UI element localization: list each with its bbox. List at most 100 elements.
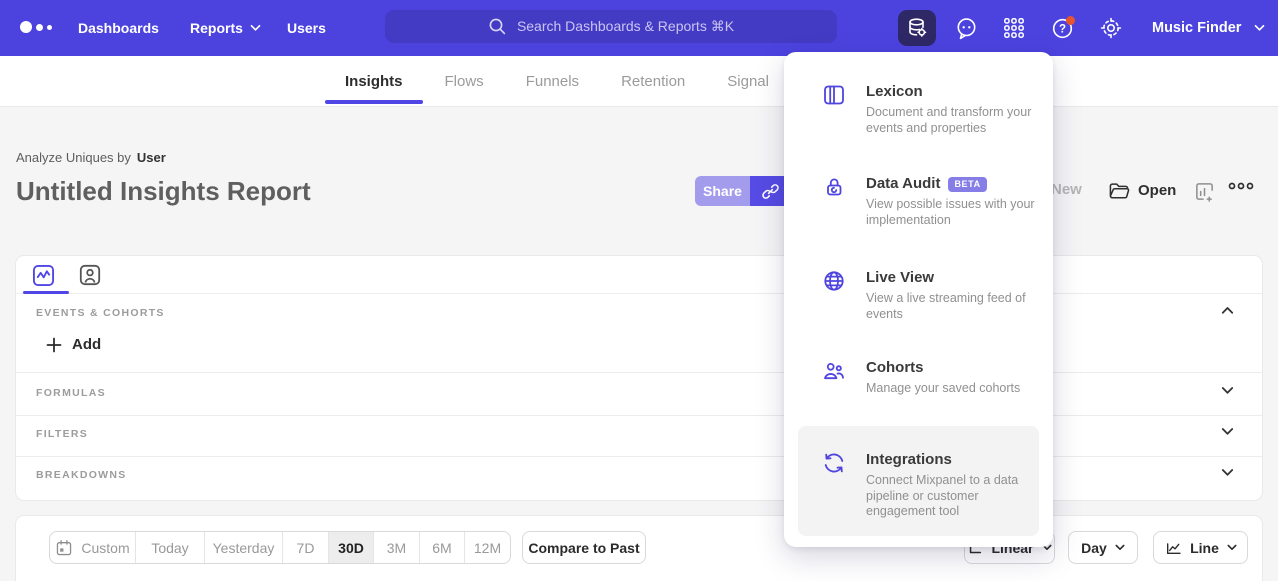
add-label: Add (72, 336, 101, 353)
range-custom[interactable]: Custom (50, 532, 136, 563)
tab-label: Flows (445, 73, 484, 90)
chevron-up-icon (1221, 306, 1234, 315)
chevron-down-icon (250, 24, 261, 32)
nav-item-users[interactable]: Users (287, 0, 326, 56)
compare-label: Compare to Past (528, 540, 639, 556)
menu-item-integrations[interactable]: Integrations Connect Mixpanel to a data … (784, 450, 1053, 520)
folder-icon (1108, 181, 1130, 200)
apps-grid-icon (1002, 16, 1026, 40)
share-button[interactable]: Share (695, 176, 750, 206)
menu-item-text: Live View View a live streaming feed of … (866, 268, 1038, 322)
section-formulas[interactable]: FORMULAS (36, 387, 106, 399)
section-filters[interactable]: FILTERS (36, 428, 88, 440)
chart-type-label: Line (1190, 540, 1219, 556)
expand-section-button[interactable] (1221, 468, 1234, 477)
range-yesterday[interactable]: Yesterday (205, 532, 283, 563)
expand-section-button[interactable] (1221, 427, 1234, 436)
app-root: Dashboards Reports Users Search Dashboar… (0, 0, 1278, 581)
add-to-dashboard-button[interactable] (1194, 181, 1215, 202)
profiles-tab-icon (78, 263, 102, 287)
share-button-group: Share (695, 176, 791, 206)
mixpanel-logo[interactable] (20, 21, 52, 33)
divider (16, 372, 1262, 373)
range-6m[interactable]: 6M (420, 532, 465, 563)
data-management-button[interactable] (898, 10, 936, 46)
range-label: 30D (338, 540, 364, 556)
tab-signal[interactable]: Signal (727, 56, 769, 107)
compare-to-past-button[interactable]: Compare to Past (522, 531, 646, 564)
menu-item-title: Data Audit (866, 174, 940, 194)
chevron-down-icon (1221, 468, 1234, 477)
search-input[interactable]: Search Dashboards & Reports ⌘K (385, 10, 837, 43)
settings-gear-icon (1099, 16, 1123, 40)
range-today[interactable]: Today (136, 532, 205, 563)
live-view-globe-icon (822, 269, 846, 293)
breadcrumb: Analyze Uniques by User (16, 150, 166, 165)
more-dots-icon (1228, 181, 1254, 191)
chart-toolbar-card: Custom Today Yesterday 7D 30D 3M 6M 12M … (15, 515, 1263, 581)
menu-item-live-view[interactable]: Live View View a live streaming feed of … (784, 268, 1053, 322)
report-tab-bar: Insights Flows Funnels Retention Signal … (0, 56, 1278, 107)
collapse-section-button[interactable] (1221, 306, 1234, 315)
search-icon (488, 17, 507, 36)
tab-insights[interactable]: Insights (345, 56, 403, 107)
expand-section-button[interactable] (1221, 386, 1234, 395)
menu-item-title: Cohorts (866, 358, 924, 378)
tab-flows[interactable]: Flows (445, 56, 484, 107)
help-button[interactable]: ? (1043, 10, 1081, 46)
section-events-cohorts[interactable]: EVENTS & COHORTS (36, 307, 165, 319)
data-management-dropdown: Lexicon Document and transform your even… (784, 52, 1053, 547)
cohorts-users-icon (822, 359, 846, 383)
page-title[interactable]: Untitled Insights Report (16, 176, 311, 207)
open-label: Open (1138, 182, 1176, 199)
range-12m[interactable]: 12M (465, 532, 510, 563)
copy-link-icon (761, 182, 780, 201)
message-bubble-icon (954, 16, 979, 41)
active-tab-underline (325, 100, 423, 104)
line-chart-icon (1164, 539, 1182, 557)
breadcrumb-prefix: Analyze Uniques by (16, 150, 131, 165)
range-label: 6M (432, 540, 451, 556)
range-30d[interactable]: 30D (329, 532, 374, 563)
nav-item-label: Users (287, 20, 326, 36)
menu-item-text: Lexicon Document and transform your even… (866, 82, 1038, 136)
chart-type-select[interactable]: Line (1153, 531, 1248, 564)
add-event-button[interactable]: Add (46, 336, 101, 353)
tab-retention[interactable]: Retention (621, 56, 685, 107)
section-breakdowns[interactable]: BREAKDOWNS (36, 469, 127, 481)
more-options-button[interactable] (1228, 181, 1254, 191)
range-3m[interactable]: 3M (374, 532, 420, 563)
settings-button[interactable] (1092, 10, 1130, 46)
query-builder-card: EVENTS & COHORTS Add FORMULAS FILTERS BR… (15, 255, 1263, 501)
range-label: 3M (387, 540, 406, 556)
project-switcher[interactable]: Music Finder (1152, 0, 1265, 56)
logo-dot (36, 24, 43, 31)
menu-item-title: Live View (866, 268, 934, 288)
profiles-view-tab[interactable] (76, 261, 104, 289)
range-7d[interactable]: 7D (283, 532, 329, 563)
menu-item-lexicon[interactable]: Lexicon Document and transform your even… (784, 82, 1053, 136)
interval-label: Day (1081, 540, 1107, 556)
messages-button[interactable] (947, 10, 985, 46)
insights-view-tab[interactable] (29, 261, 57, 289)
search-placeholder: Search Dashboards & Reports ⌘K (517, 18, 734, 35)
menu-item-description: View possible issues with your implement… (866, 197, 1038, 228)
nav-item-dashboards[interactable]: Dashboards (78, 0, 159, 56)
nav-item-reports[interactable]: Reports (190, 0, 261, 56)
interval-select[interactable]: Day (1068, 531, 1138, 564)
chevron-down-icon (1115, 544, 1125, 551)
date-range-control: Custom Today Yesterday 7D 30D 3M 6M 12M (49, 531, 511, 564)
tab-label: Signal (727, 73, 769, 90)
open-report-button[interactable]: Open (1108, 181, 1176, 200)
new-label: New (1051, 181, 1082, 198)
menu-item-data-audit[interactable]: Data Audit BETA View possible issues wit… (784, 174, 1053, 228)
plus-icon (46, 337, 62, 353)
apps-grid-button[interactable] (995, 10, 1033, 46)
tab-funnels[interactable]: Funnels (526, 56, 579, 107)
logo-dot (20, 21, 32, 33)
breadcrumb-entity[interactable]: User (137, 150, 166, 165)
menu-item-description: Connect Mixpanel to a data pipeline or c… (866, 473, 1038, 520)
range-label: Today (151, 540, 188, 556)
menu-item-cohorts[interactable]: Cohorts Manage your saved cohorts (784, 358, 1053, 397)
new-report-button[interactable]: New (1051, 181, 1082, 198)
